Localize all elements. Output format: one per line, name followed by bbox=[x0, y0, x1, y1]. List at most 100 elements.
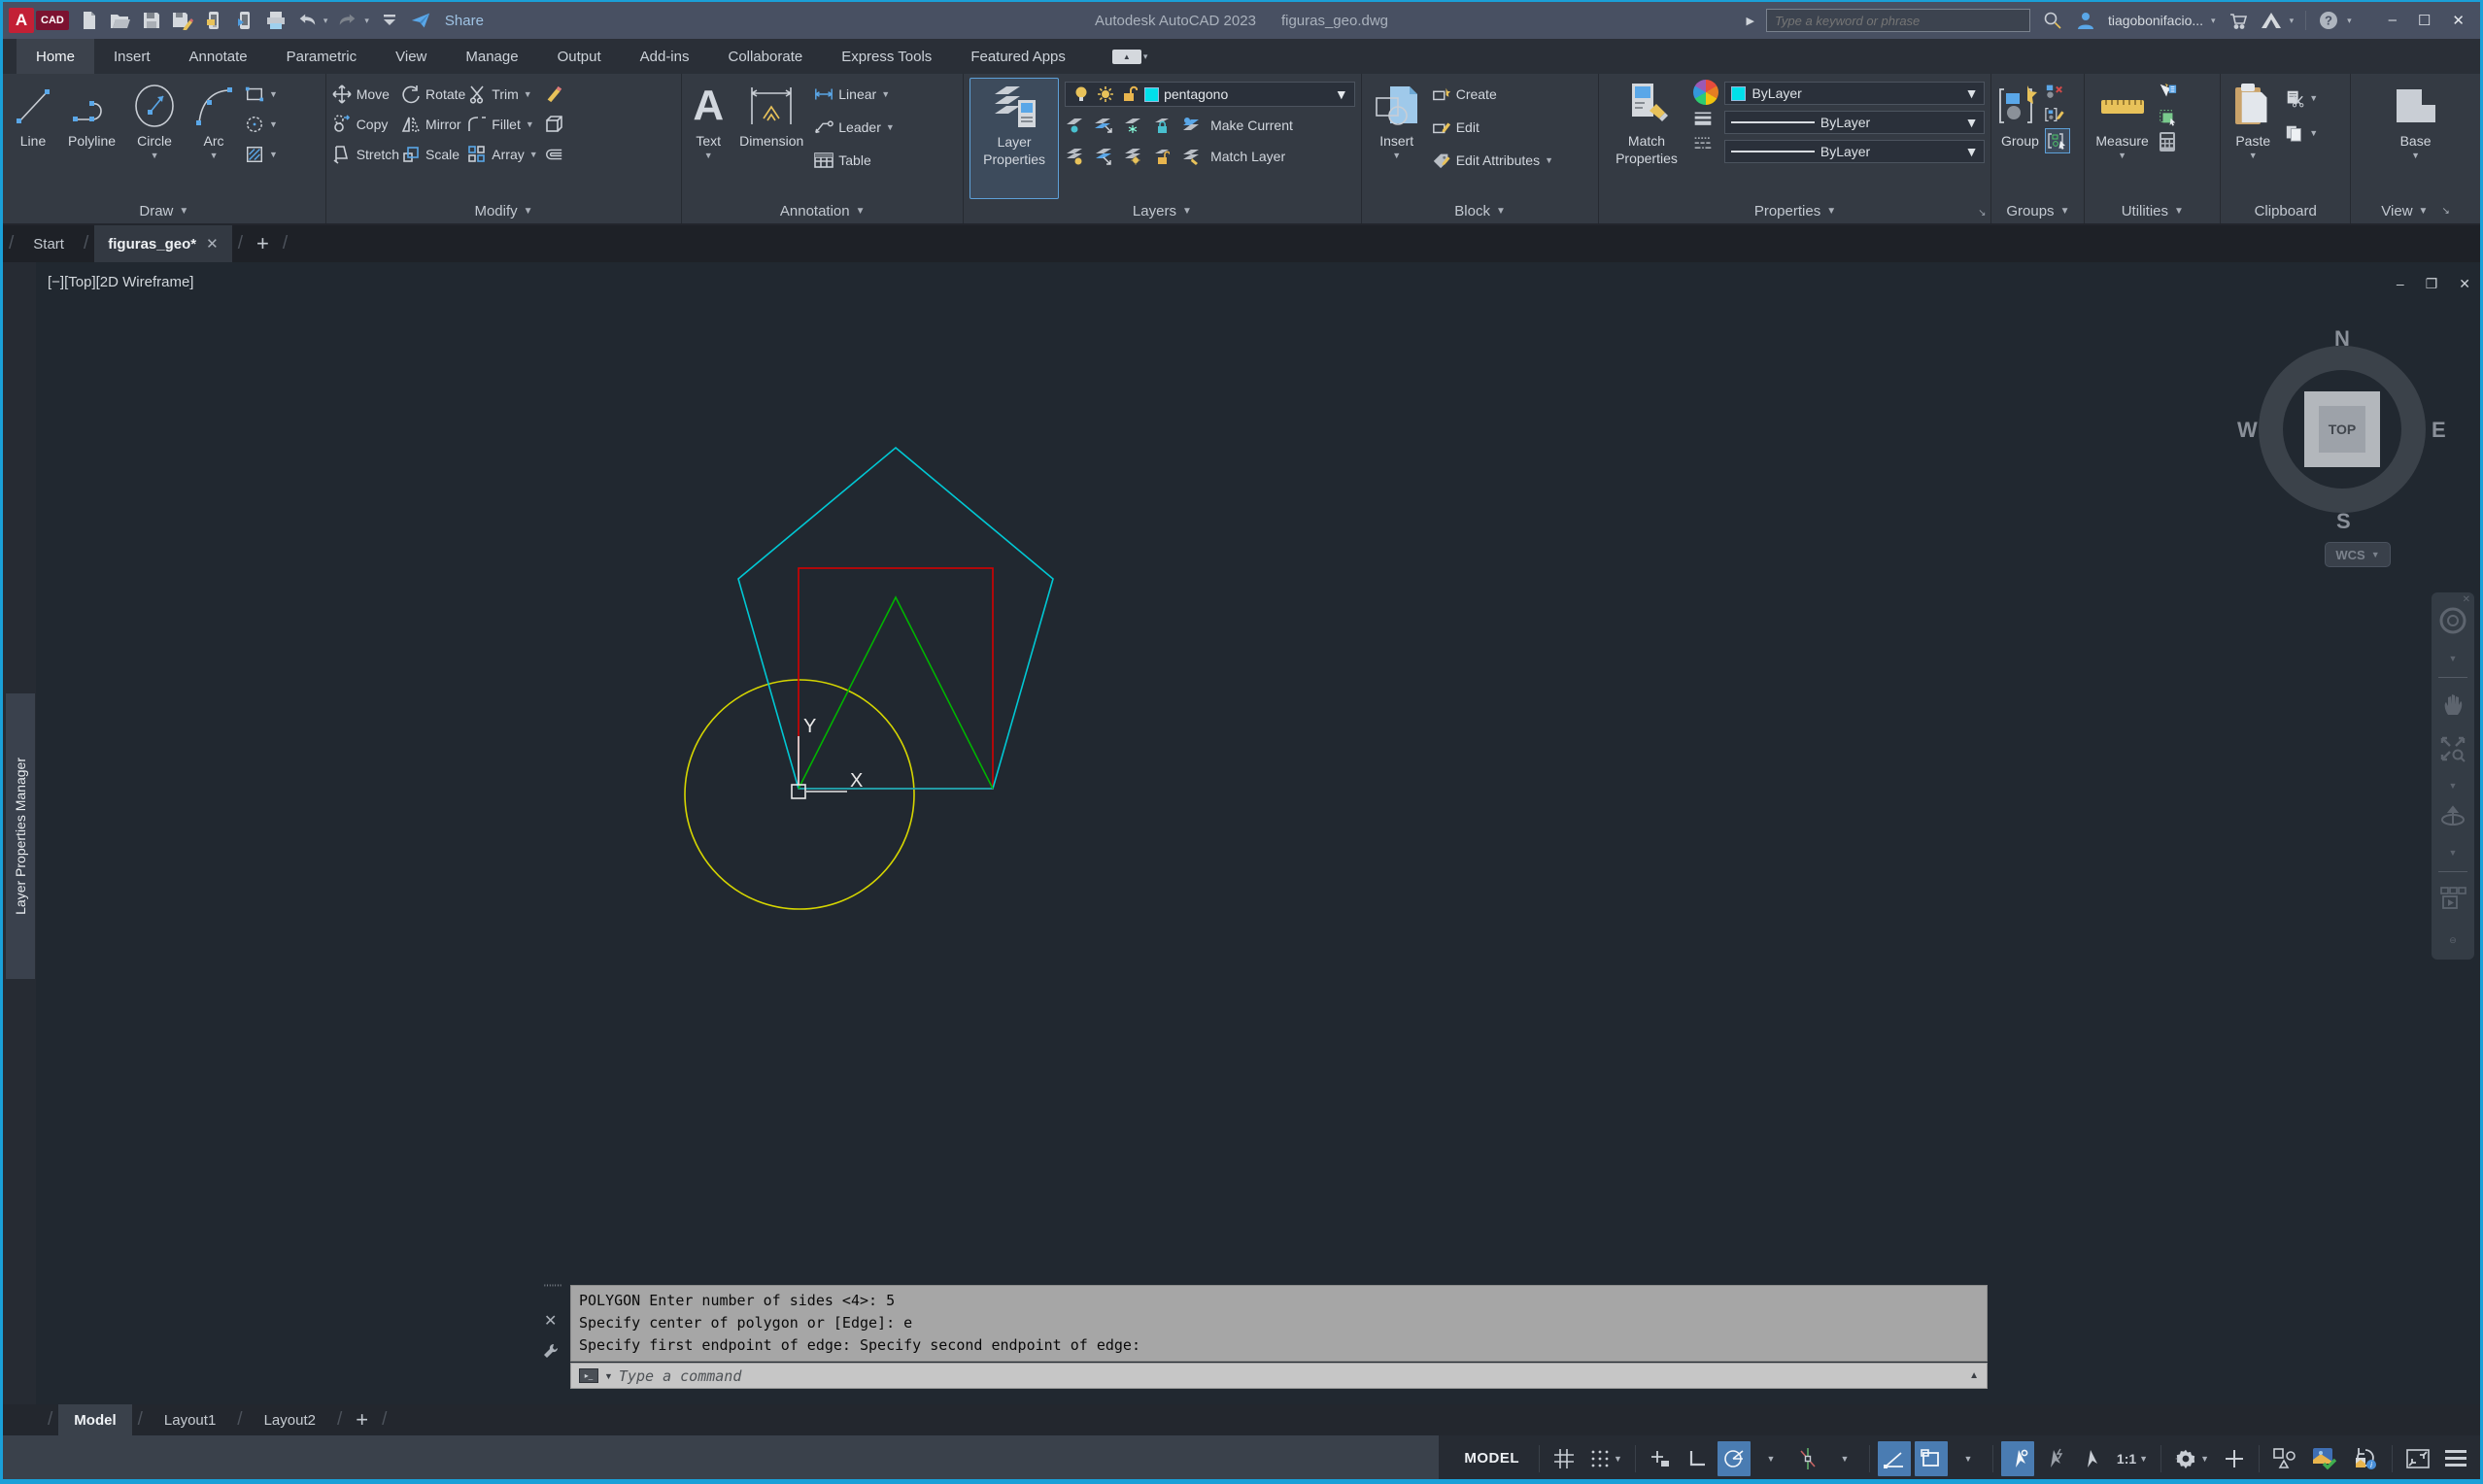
annotation-scale-caret[interactable]: ▼ bbox=[2139, 1454, 2148, 1464]
object-snap-button[interactable] bbox=[1914, 1440, 1948, 1476]
dynamic-input-button[interactable] bbox=[1644, 1441, 1677, 1476]
make-current-icon[interactable] bbox=[1181, 116, 1201, 135]
help-dropdown-caret[interactable]: ▾ bbox=[2347, 16, 2352, 26]
polar-caret[interactable]: ▼ bbox=[1754, 1441, 1787, 1476]
text-button[interactable]: A Text ▼ bbox=[688, 78, 729, 199]
panel-label-block[interactable]: Block ▼ bbox=[1362, 199, 1599, 223]
rectangle-tool-icon[interactable] bbox=[245, 84, 264, 104]
circle-button[interactable]: Circle ▼ bbox=[126, 78, 183, 199]
window-close-button[interactable]: ✕ bbox=[2452, 12, 2465, 29]
trim-dropdown-caret[interactable]: ▼ bbox=[524, 89, 532, 99]
layer-lock-icon[interactable] bbox=[1152, 116, 1172, 135]
search-icon[interactable] bbox=[2042, 10, 2063, 31]
object-snap-tracking-button[interactable] bbox=[1877, 1440, 1911, 1476]
dimension-button[interactable]: Dimension bbox=[734, 78, 808, 199]
layout1-tab[interactable]: Layout1 bbox=[149, 1404, 231, 1435]
arc-button[interactable]: Arc ▼ bbox=[188, 78, 239, 199]
table-button[interactable]: Table bbox=[814, 148, 895, 173]
redo-button[interactable] bbox=[337, 10, 358, 31]
measure-dropdown-caret[interactable]: ▼ bbox=[2118, 151, 2126, 160]
panel-label-properties[interactable]: Properties ▼ bbox=[1599, 199, 1990, 223]
ellipse-tool-icon[interactable] bbox=[245, 115, 264, 134]
command-recent-caret[interactable]: ▼ bbox=[604, 1371, 613, 1381]
account-dropdown-caret[interactable]: ▾ bbox=[2211, 16, 2216, 26]
graphics-performance-button[interactable] bbox=[2306, 1441, 2343, 1476]
layout2-tab[interactable]: Layout2 bbox=[249, 1404, 331, 1435]
command-window-close-icon[interactable]: ✕ bbox=[544, 1311, 557, 1331]
panel-label-view[interactable]: View ▼ ↘ bbox=[2351, 199, 2480, 223]
command-customize-wrench-icon[interactable] bbox=[542, 1342, 560, 1365]
tab-collaborate[interactable]: Collaborate bbox=[708, 39, 822, 74]
ribbon-minimize-icon[interactable]: ▲ bbox=[1111, 49, 1141, 64]
isolate-objects-button[interactable] bbox=[2267, 1441, 2302, 1476]
view-expander-icon[interactable]: ↘ bbox=[2441, 206, 2449, 217]
panel-label-utilities[interactable]: Utilities ▼ bbox=[2085, 199, 2220, 223]
open-from-mobile-button[interactable] bbox=[234, 10, 255, 31]
rotate-button[interactable]: Rotate bbox=[401, 82, 465, 107]
line-button[interactable]: Line bbox=[9, 78, 57, 199]
autodesk-logo-icon[interactable] bbox=[2261, 10, 2282, 31]
search-input[interactable] bbox=[1765, 9, 2030, 32]
layer-isolate-icon[interactable] bbox=[1094, 116, 1113, 135]
workspace-caret[interactable]: ▼ bbox=[2200, 1454, 2209, 1464]
panel-label-annotation[interactable]: Annotation ▼ bbox=[682, 199, 963, 223]
ribbon-minimize-caret[interactable]: ▾ bbox=[1143, 51, 1148, 62]
drawing-geometry[interactable]: Y X bbox=[3, 262, 2480, 1404]
new-drawing-tab-button[interactable]: + bbox=[249, 231, 277, 256]
properties-expander-icon[interactable]: ↘ bbox=[1978, 208, 1986, 219]
group-button[interactable]: Group bbox=[1997, 78, 2042, 199]
save-as-button[interactable] bbox=[172, 10, 193, 31]
drawing-canvas[interactable]: Layer Properties Manager [−][Top][2D Wir… bbox=[3, 262, 2480, 1404]
panel-label-modify[interactable]: Modify ▼ bbox=[326, 199, 682, 223]
app-menu-button[interactable]: A CAD bbox=[9, 8, 69, 33]
explode-icon[interactable] bbox=[544, 115, 563, 134]
customization-menu-button[interactable] bbox=[2439, 1441, 2472, 1476]
layer-freeze-icon[interactable] bbox=[1123, 116, 1142, 135]
paste-dropdown-caret[interactable]: ▼ bbox=[2249, 151, 2258, 160]
ungroup-icon[interactable] bbox=[2045, 82, 2064, 101]
polar-tracking-button[interactable] bbox=[1717, 1440, 1751, 1476]
command-history[interactable]: POLYGON Enter number of sides <4>: 5 Spe… bbox=[570, 1285, 1988, 1362]
model-tab[interactable]: Model bbox=[58, 1404, 132, 1435]
text-dropdown-caret[interactable]: ▼ bbox=[704, 151, 713, 160]
window-maximize-button[interactable]: ☐ bbox=[2418, 12, 2431, 29]
panel-label-draw[interactable]: Draw ▼ bbox=[3, 199, 325, 223]
layer-properties-button[interactable]: Layer Properties bbox=[969, 78, 1060, 199]
tab-featured-apps[interactable]: Featured Apps bbox=[951, 39, 1085, 74]
color-wheel-icon[interactable] bbox=[1693, 80, 1719, 105]
command-expand-caret[interactable]: ▲ bbox=[1969, 1370, 1979, 1381]
plus-icon[interactable] bbox=[2218, 1441, 2251, 1476]
ortho-mode-button[interactable] bbox=[1681, 1441, 1714, 1476]
layer-dropdown-caret[interactable]: ▼ bbox=[1335, 86, 1348, 102]
open-file-button[interactable] bbox=[110, 10, 131, 31]
cut-icon[interactable] bbox=[2285, 88, 2304, 108]
polyline-button[interactable]: Polyline bbox=[63, 78, 120, 199]
circle-dropdown-caret[interactable]: ▼ bbox=[151, 151, 159, 160]
lineweight-dropdown[interactable]: ByLayer ▼ bbox=[1724, 111, 1986, 134]
tab-insert[interactable]: Insert bbox=[94, 39, 170, 74]
tab-home[interactable]: Home bbox=[17, 39, 95, 74]
match-properties-button[interactable]: Match Properties bbox=[1605, 78, 1687, 199]
panel-label-clipboard[interactable]: Clipboard bbox=[2221, 199, 2350, 223]
annotation-visibility-button[interactable] bbox=[2000, 1440, 2034, 1476]
help-icon[interactable]: ? bbox=[2318, 10, 2339, 31]
trim-button[interactable]: Trim ▼ bbox=[467, 82, 537, 107]
save-to-mobile-button[interactable] bbox=[203, 10, 224, 31]
file-tab-start[interactable]: Start bbox=[19, 225, 78, 262]
lineweight-icon[interactable] bbox=[1693, 110, 1713, 129]
panel-label-groups[interactable]: Groups ▼ bbox=[1991, 199, 2084, 223]
edit-attributes-button[interactable]: Edit Attributes ▼ bbox=[1432, 148, 1553, 173]
edit-block-button[interactable]: Edit bbox=[1432, 115, 1553, 140]
copy-dropdown-caret[interactable]: ▼ bbox=[2309, 128, 2318, 138]
hardware-acceleration-button[interactable]: i bbox=[2347, 1441, 2384, 1476]
command-window-grip[interactable]: ''''''' bbox=[544, 1283, 562, 1293]
save-button[interactable] bbox=[141, 10, 162, 31]
copy-clip-icon[interactable] bbox=[2285, 123, 2304, 143]
tab-add-ins[interactable]: Add-ins bbox=[621, 39, 709, 74]
new-file-button[interactable] bbox=[79, 10, 100, 31]
linear-button[interactable]: Linear ▼ bbox=[814, 82, 895, 107]
isodraft-caret[interactable]: ▼ bbox=[1828, 1441, 1861, 1476]
hatch-tool-icon[interactable] bbox=[245, 145, 264, 164]
clean-screen-button[interactable] bbox=[2400, 1441, 2435, 1476]
layer-unlock2-icon[interactable] bbox=[1152, 147, 1172, 166]
